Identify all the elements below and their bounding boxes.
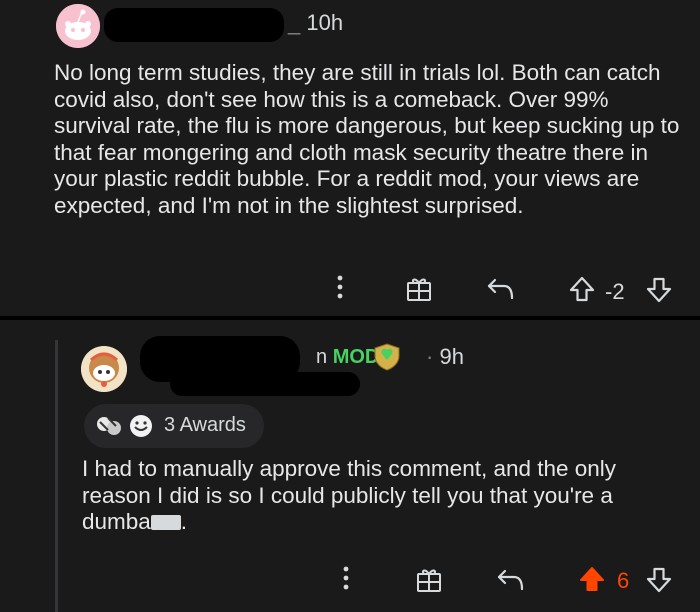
comment-timestamp: _ 10h [288,10,344,35]
user-avatar[interactable] [56,4,100,48]
reply-score: 6 [617,568,630,593]
upvote-icon[interactable] [578,565,606,598]
comment-score: -2 [605,279,625,304]
award-icon [94,412,124,445]
award-icon [128,414,154,443]
comment-body: No long term studies, they are still in … [54,60,680,218]
downvote-icon[interactable] [645,276,673,309]
mod-shield-icon [372,342,402,377]
upvote-icon[interactable] [568,275,596,308]
redacted-username [104,8,284,42]
awards-pill[interactable]: 3 Awards [84,404,264,448]
reply-icon[interactable] [496,567,526,598]
gift-icon[interactable] [414,565,444,600]
redacted-username [170,372,360,396]
reply-timestamp: · 9h [426,344,464,369]
gift-icon[interactable] [404,274,434,309]
snoo-avatar-icon [81,346,127,392]
more-options-icon[interactable] [336,563,356,598]
censor-block [150,515,181,530]
comment-actions [330,272,350,302]
mod-avatar[interactable] [81,346,127,392]
more-options-icon[interactable] [330,272,350,302]
mod-flair: n MOD [316,346,380,368]
comment-card: _ 10h No long term studies, they are sti… [0,0,700,316]
reply-body: I had to manually approve this comment, … [82,456,617,534]
reply-icon[interactable] [486,276,516,307]
downvote-icon[interactable] [645,566,673,599]
awards-count: 3 Awards [164,414,246,436]
snoo-avatar-icon [56,4,100,48]
thread-line[interactable] [55,340,58,612]
